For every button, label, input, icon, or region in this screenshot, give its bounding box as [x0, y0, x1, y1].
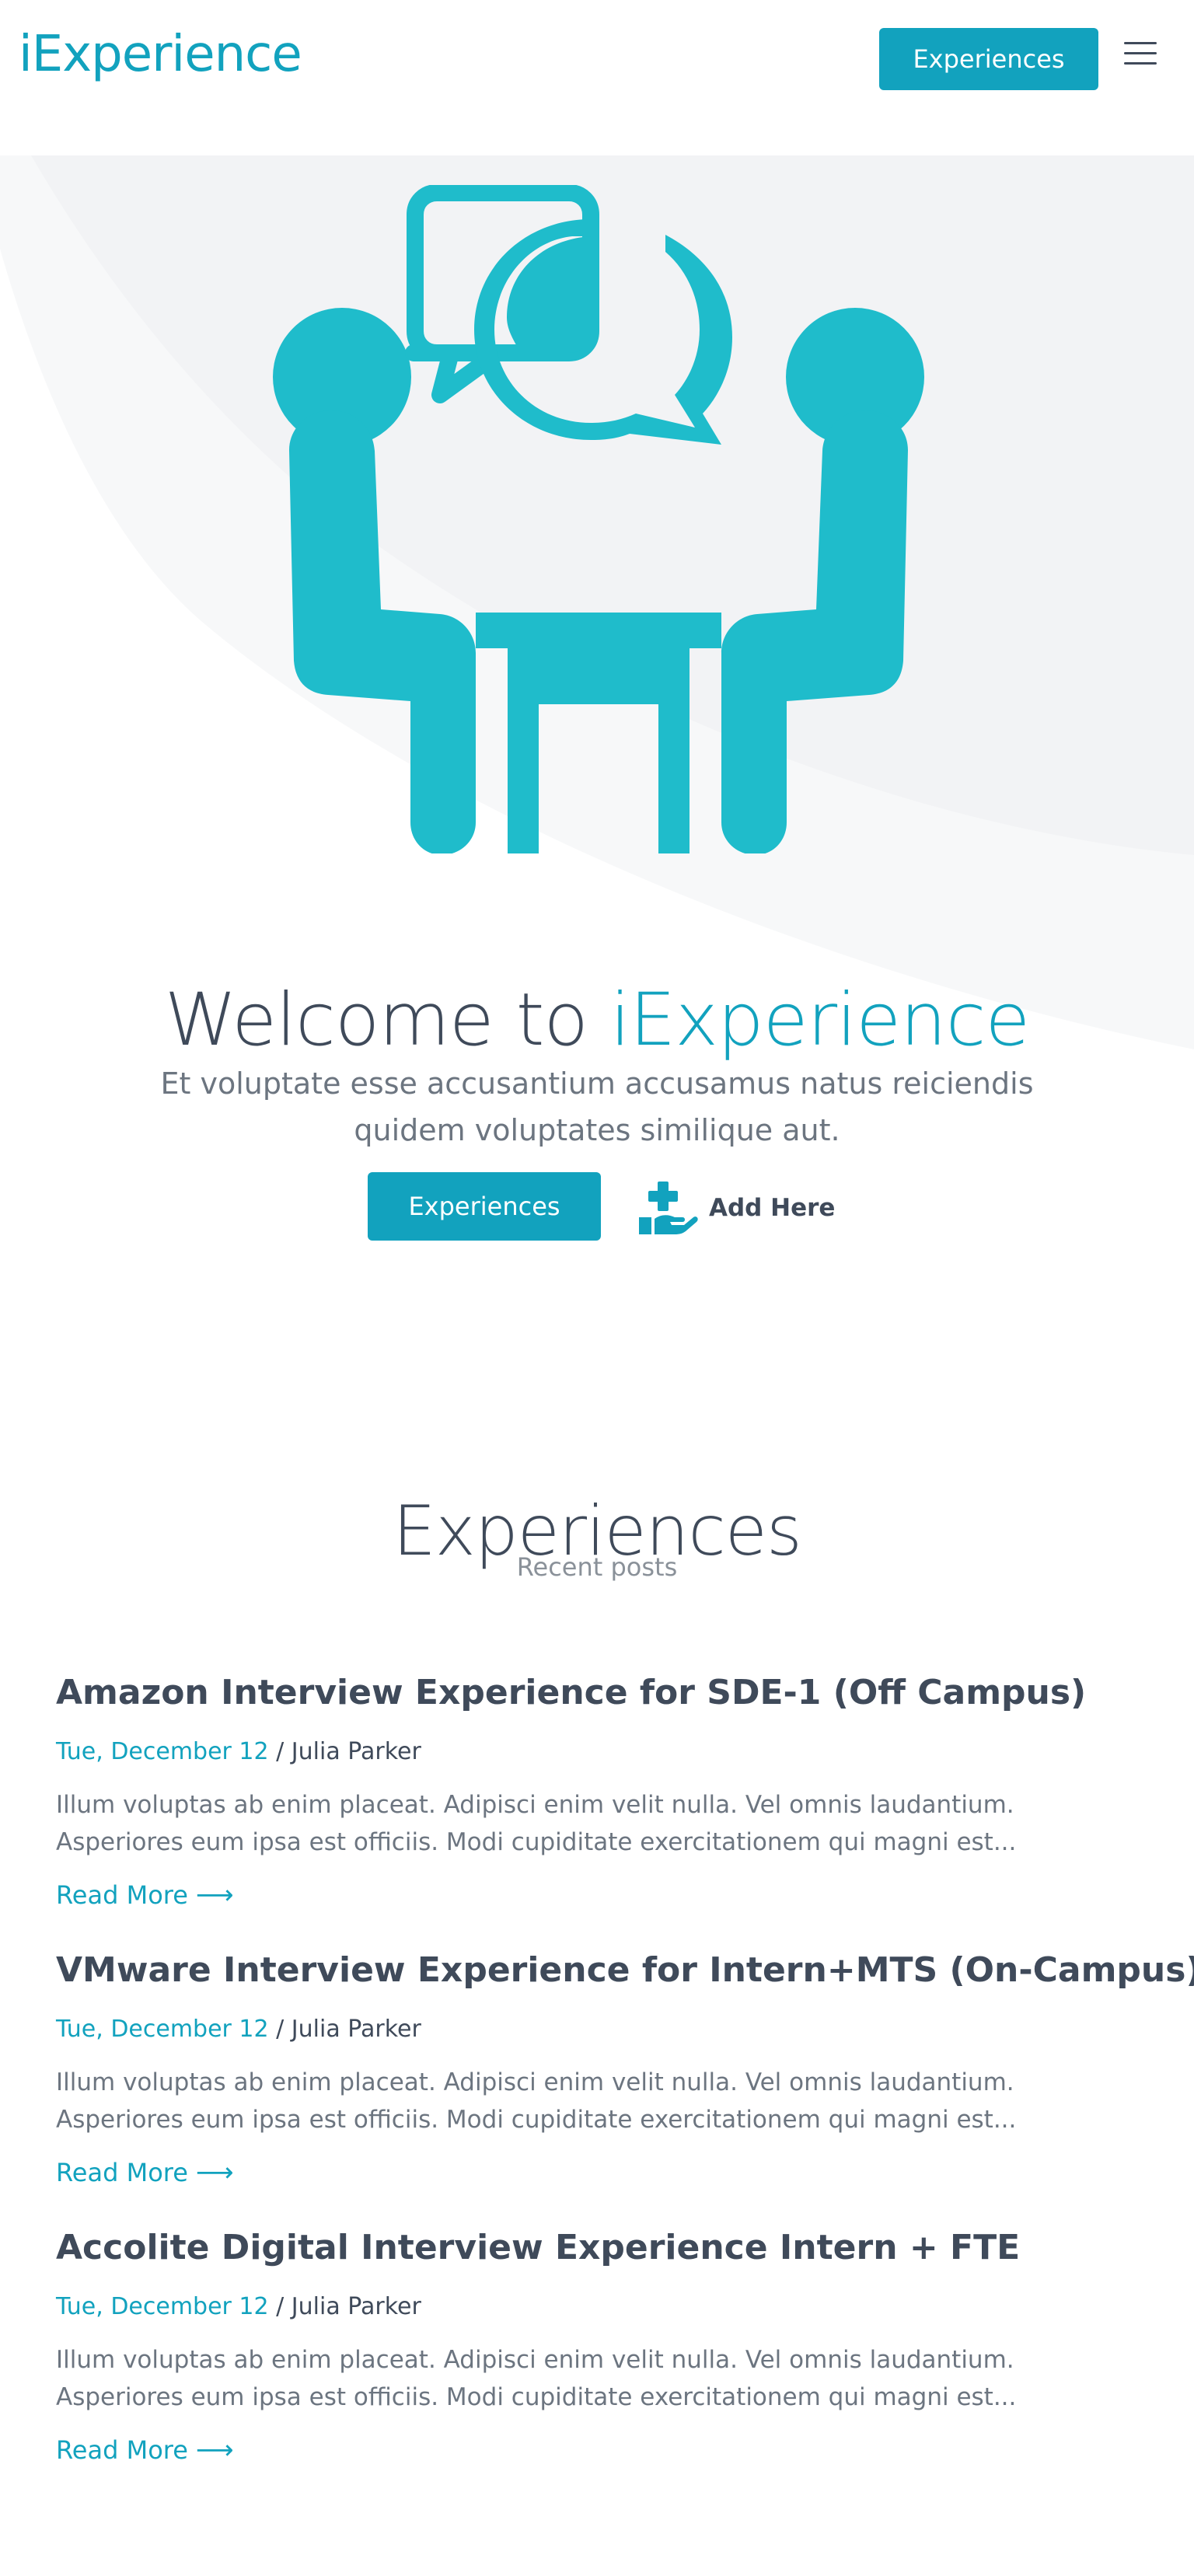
hero-title: Welcome to iExperience	[0, 966, 1194, 1075]
post-title[interactable]: Amazon Interview Experience for SDE-1 (O…	[56, 1670, 1144, 1716]
interview-illustration-icon	[273, 185, 924, 853]
post-card: VMware Interview Experience for Intern+M…	[56, 1947, 1194, 2191]
post-date: Tue, December 12	[56, 2016, 269, 2043]
hero-experiences-button[interactable]: Experiences	[368, 1172, 601, 1241]
post-title[interactable]: Accolite Digital Interview Experience In…	[56, 2225, 1144, 2271]
post-meta: Tue, December 12 / Julia Parker	[56, 2290, 1144, 2324]
read-more-label: Read More	[56, 2435, 188, 2465]
post-date: Tue, December 12	[56, 2293, 269, 2320]
site-header: iExperience Experiences	[0, 0, 1194, 117]
hero-title-prefix: Welcome to	[164, 977, 610, 1063]
read-more-label: Read More	[56, 2158, 188, 2187]
header-experiences-button[interactable]: Experiences	[879, 28, 1098, 90]
post-card: Accolite Digital Interview Experience In…	[56, 2225, 1144, 2469]
post-meta-separator: /	[268, 2016, 292, 2043]
post-meta: Tue, December 12 / Julia Parker	[56, 1735, 1144, 1769]
arrow-right-icon: ⟶	[195, 2157, 234, 2188]
site-logo[interactable]: iExperience	[19, 17, 302, 92]
post-excerpt: Illum voluptas ab enim placeat. Adipisci…	[56, 2346, 1017, 2411]
post-author: Julia Parker	[291, 1738, 421, 1765]
add-here-button[interactable]: Add Here	[637, 1178, 835, 1237]
read-more-link[interactable]: Read More ⟶	[56, 2431, 234, 2469]
hand-plus-icon	[639, 1182, 698, 1234]
post-meta: Tue, December 12 / Julia Parker	[56, 2012, 1144, 2047]
post-card: Amazon Interview Experience for SDE-1 (O…	[56, 1670, 1144, 1914]
post-excerpt: Illum voluptas ab enim placeat. Adipisci…	[56, 1791, 1017, 1856]
post-meta-separator: /	[268, 2293, 292, 2320]
read-more-label: Read More	[56, 1880, 188, 1910]
section-subtitle: Recent posts	[516, 1552, 678, 1582]
post-title[interactable]: VMware Interview Experience for Intern+M…	[56, 1947, 1194, 1994]
post-author: Julia Parker	[291, 2016, 421, 2043]
post-meta-separator: /	[268, 1738, 292, 1765]
arrow-right-icon: ⟶	[195, 2435, 234, 2466]
add-here-label: Add Here	[709, 1194, 836, 1222]
hero-subtitle: Et voluptate esse accusantium accusamus …	[160, 1066, 1034, 1147]
post-date: Tue, December 12	[56, 1738, 269, 1765]
post-author: Julia Parker	[291, 2293, 421, 2320]
hero-title-accent: iExperience	[609, 977, 1030, 1063]
arrow-right-icon: ⟶	[195, 1880, 234, 1911]
post-excerpt: Illum voluptas ab enim placeat. Adipisci…	[56, 2068, 1017, 2134]
hamburger-icon[interactable]	[1124, 39, 1157, 67]
read-more-link[interactable]: Read More ⟶	[56, 1876, 234, 1914]
read-more-link[interactable]: Read More ⟶	[56, 2154, 234, 2191]
